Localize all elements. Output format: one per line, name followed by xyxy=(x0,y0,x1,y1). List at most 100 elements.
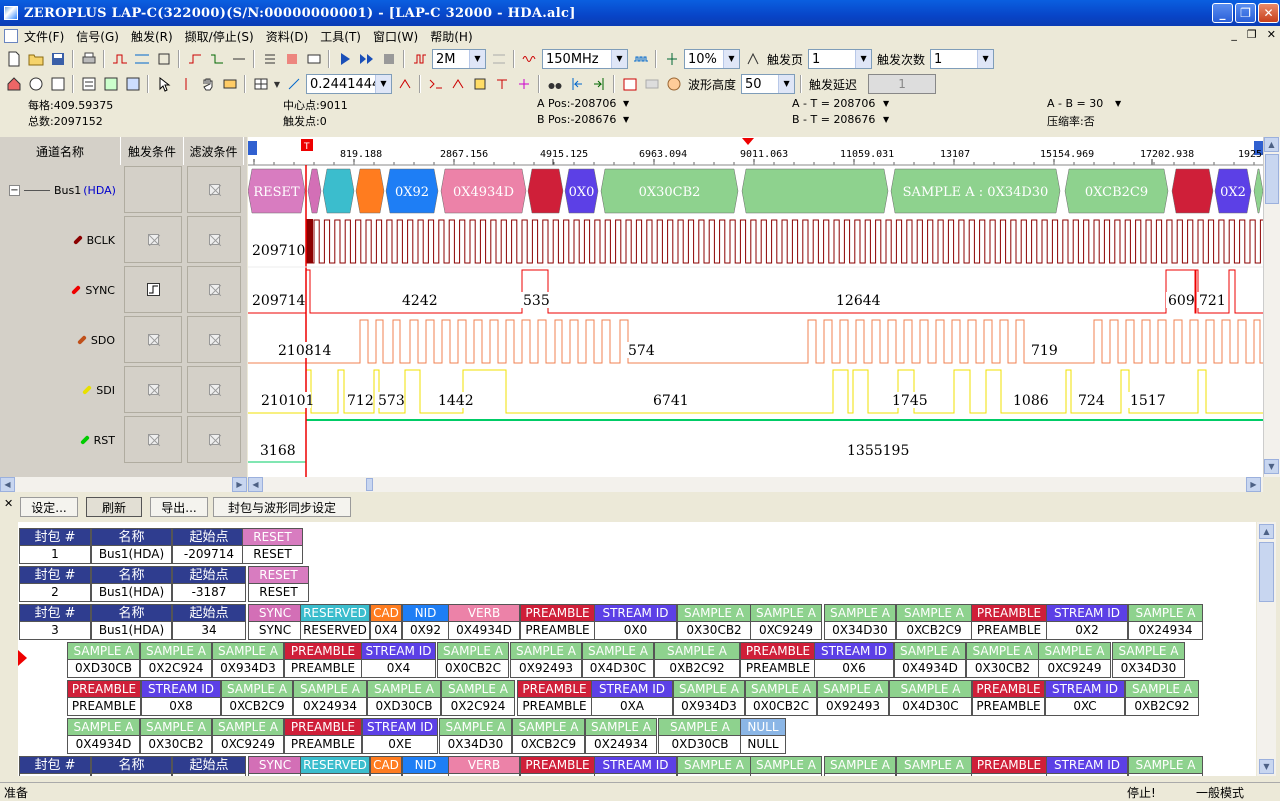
menu-signal[interactable]: 信号(G) xyxy=(70,26,125,46)
open-folder-icon[interactable] xyxy=(26,50,45,69)
channel-row-bus1[interactable]: − Bus1 (HDA) xyxy=(0,165,247,215)
stop-icon[interactable] xyxy=(379,50,398,69)
next-edge-icon[interactable] xyxy=(589,75,608,94)
packet-vertical-scrollbar[interactable]: ▲ ▼ xyxy=(1257,522,1276,776)
menu-window[interactable]: 窗口(W) xyxy=(367,26,424,46)
zoom-dropdown-icon[interactable]: ▼ xyxy=(273,75,281,94)
goto-icon[interactable] xyxy=(48,75,67,94)
close-panel-icon[interactable]: ✕ xyxy=(4,497,13,510)
packet-row-6[interactable]: SAMPLE A 0X4934D SAMPLE A 0X30CB2 SAMPLE A 0X… xyxy=(18,718,1256,754)
trigger-position-select[interactable]: 10% ▼ xyxy=(684,49,740,69)
menu-help[interactable]: 帮助(H) xyxy=(424,26,478,46)
menu-data[interactable]: 资料(D) xyxy=(260,26,315,46)
scroll-left-icon[interactable]: ◀ xyxy=(0,477,15,492)
filter-cell-sdi[interactable] xyxy=(187,366,241,413)
packet-row-4[interactable]: SAMPLE A 0XD30CB SAMPLE A 0X2C924 SAMPLE A 0X… xyxy=(18,642,1256,678)
packet-row-5[interactable]: PREAMBLE PREAMBLE STREAM ID 0X8 SAMPLE A 0XCB… xyxy=(18,680,1256,716)
scroll-right-icon[interactable]: ▶ xyxy=(1246,477,1261,492)
filter-cell-bclk[interactable] xyxy=(187,216,241,263)
data-icon[interactable] xyxy=(304,50,323,69)
binoculars-icon[interactable] xyxy=(545,75,564,94)
bus-icon-2[interactable] xyxy=(448,75,467,94)
channel-row-sdi[interactable]: SDI xyxy=(0,365,247,415)
trigger-icon-1[interactable] xyxy=(185,50,204,69)
sync-settings-button[interactable]: 封包与波形同步设定 xyxy=(213,497,351,517)
filter-cell-sdo[interactable] xyxy=(187,316,241,363)
scroll-up-icon[interactable]: ▲ xyxy=(1259,524,1274,539)
bus-icon-1[interactable] xyxy=(426,75,445,94)
mdi-minimize-icon[interactable]: _ xyxy=(1231,28,1237,41)
prev-edge-icon[interactable] xyxy=(567,75,586,94)
cursor-select-icon[interactable] xyxy=(176,75,195,94)
refresh-button[interactable]: 刷新 xyxy=(86,497,142,517)
menu-file[interactable]: 文件(F) xyxy=(18,26,70,46)
trigger-page-select[interactable]: 1 ▼ xyxy=(808,49,873,69)
chevron-down-icon[interactable]: ▼ xyxy=(1115,99,1121,108)
scroll-thumb[interactable] xyxy=(1265,154,1279,204)
menu-tools[interactable]: 工具(T) xyxy=(314,26,367,46)
scroll-down-icon[interactable]: ▼ xyxy=(1264,459,1279,474)
zoom-fit-icon[interactable] xyxy=(284,75,303,94)
hand-icon[interactable] xyxy=(198,75,217,94)
scroll-left-icon[interactable]: ◀ xyxy=(248,477,263,492)
trigger-cell-bclk[interactable] xyxy=(124,216,182,263)
bar-icon[interactable] xyxy=(282,50,301,69)
trigger-cell-sync[interactable] xyxy=(124,266,182,313)
filter-cell-sync[interactable] xyxy=(187,266,241,313)
trigger-count-select[interactable]: 1 ▼ xyxy=(930,49,995,69)
channel-icon-1[interactable] xyxy=(110,50,129,69)
minimize-button[interactable]: _ xyxy=(1212,3,1233,23)
maximize-button[interactable]: ❐ xyxy=(1235,3,1256,23)
packet-row-2[interactable]: 封包 #2 名称 Bus1(HDA) 起始点 -3187 RESET RESET xyxy=(18,566,1256,602)
trigger-icon-2[interactable] xyxy=(207,50,226,69)
view-icon-3[interactable] xyxy=(123,75,142,94)
scroll-down-icon[interactable]: ▼ xyxy=(1259,759,1274,774)
collapse-icon[interactable]: − xyxy=(9,184,20,196)
channel-scrollbar[interactable]: ◀ ▶ xyxy=(0,477,247,492)
print-icon[interactable] xyxy=(79,50,98,69)
waveform-vertical-scrollbar[interactable]: ▲ ▼ xyxy=(1263,137,1280,477)
trigger-delay-field[interactable]: 1 xyxy=(868,74,937,94)
timer-icon[interactable] xyxy=(26,75,45,94)
memory-select[interactable]: 2M ▼ xyxy=(432,49,486,69)
home-icon[interactable] xyxy=(4,75,23,94)
channel-icon-2[interactable] xyxy=(132,50,151,69)
chevron-down-icon[interactable]: ▼ xyxy=(883,115,889,124)
trigger-icon-3[interactable] xyxy=(229,50,248,69)
run-repeat-icon[interactable] xyxy=(357,50,376,69)
waveform-horizontal-scrollbar[interactable]: ◀ ▶ xyxy=(248,477,1263,492)
zoom-grid-icon[interactable] xyxy=(251,75,270,94)
bus-icon-3[interactable] xyxy=(470,75,489,94)
new-file-icon[interactable] xyxy=(4,50,23,69)
trigger-cell-sdo[interactable] xyxy=(124,316,182,363)
trigger-cell-rst[interactable] xyxy=(124,416,182,463)
calendar-icon[interactable] xyxy=(620,75,639,94)
scroll-right-icon[interactable]: ▶ xyxy=(232,477,247,492)
bus-icon-5[interactable] xyxy=(514,75,533,94)
scroll-thumb[interactable] xyxy=(366,478,373,491)
filter-cell-rst[interactable] xyxy=(187,416,241,463)
channel-row-bclk[interactable]: BCLK xyxy=(0,215,247,265)
channel-row-sync[interactable]: SYNC xyxy=(0,265,247,315)
chevron-down-icon[interactable]: ▼ xyxy=(623,99,629,108)
run-icon[interactable] xyxy=(335,50,354,69)
wave-height-select[interactable]: 50 ▼ xyxy=(741,74,796,94)
channel-row-rst[interactable]: RST xyxy=(0,415,247,465)
chevron-down-icon[interactable]: ▼ xyxy=(623,115,629,124)
save-icon[interactable] xyxy=(48,50,67,69)
scroll-thumb[interactable] xyxy=(1259,542,1274,602)
waveform-canvas[interactable]: T 819.188 2867.156 4915.125 6963.094 9011.063… xyxy=(248,137,1263,477)
zoom-value-field[interactable]: 0.2441444 ▼ xyxy=(306,74,392,94)
scroll-up-icon[interactable]: ▲ xyxy=(1264,137,1279,152)
mdi-close-icon[interactable]: ✕ xyxy=(1267,28,1276,41)
settings-button[interactable]: 设定... xyxy=(20,497,78,517)
channel-row-sdo[interactable]: SDO xyxy=(0,315,247,365)
document-icon[interactable] xyxy=(4,29,18,43)
menu-trigger[interactable]: 触发(R) xyxy=(125,26,179,46)
menu-capture[interactable]: 撷取/停止(S) xyxy=(179,26,260,46)
mdi-restore-icon[interactable]: ❐ xyxy=(1247,28,1257,41)
packet-list[interactable]: 封包 #1 名称 Bus1(HDA) 起始点 -209714 RESET RESET 封包 #… xyxy=(18,522,1256,776)
pointer-icon[interactable] xyxy=(154,75,173,94)
palette-icon[interactable] xyxy=(664,75,683,94)
packet-row-7[interactable]: 封包 # 名称 起始点 SYNC RESERVED CAD NID VERB PREAMBLE S… xyxy=(18,756,1256,776)
